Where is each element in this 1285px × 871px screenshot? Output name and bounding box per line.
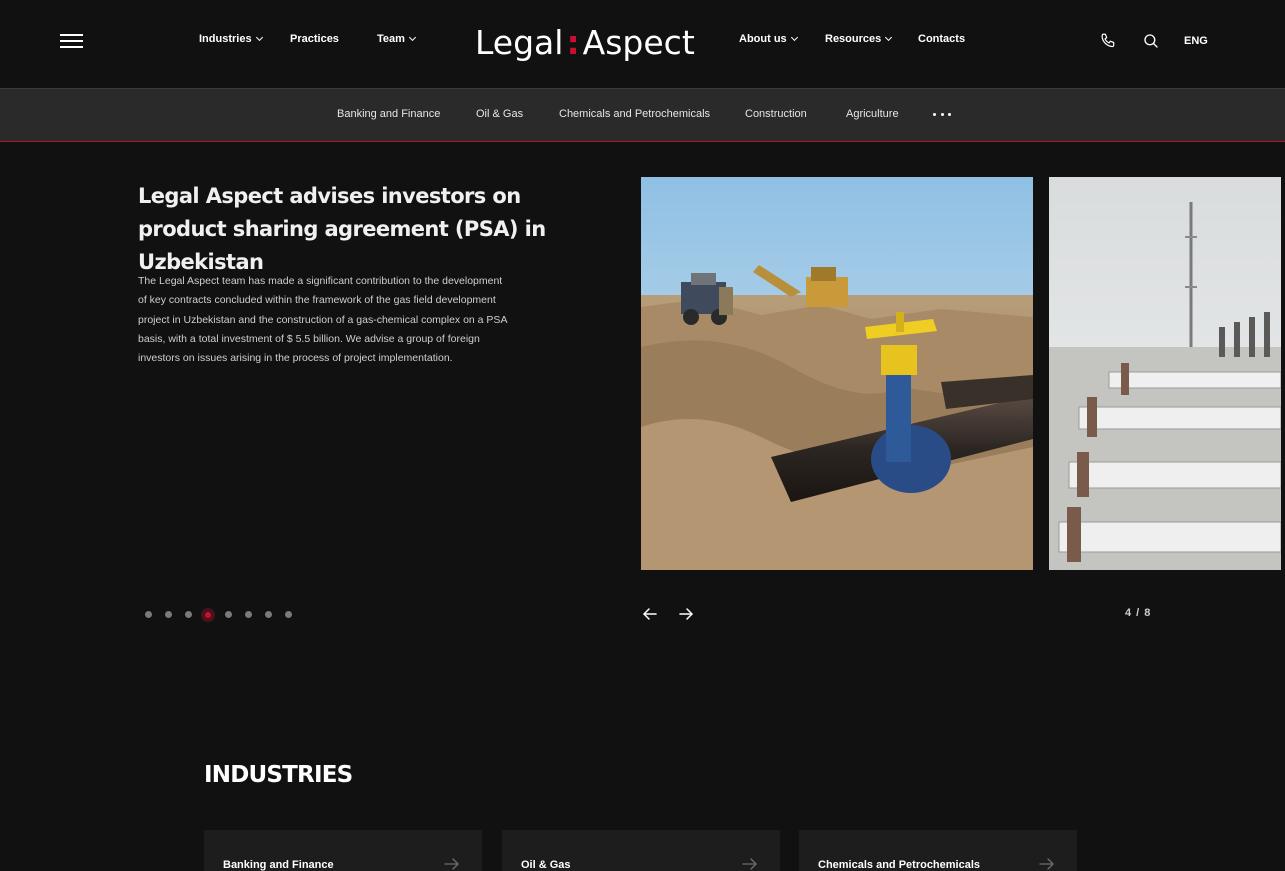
- slider-dot[interactable]: [245, 611, 252, 618]
- phone-icon[interactable]: [1099, 32, 1117, 50]
- arrow-right-icon[interactable]: [677, 605, 695, 623]
- arrow-left-icon[interactable]: [641, 605, 659, 623]
- site-logo[interactable]: Legal: Aspect: [475, 20, 695, 64]
- slider-dot-active[interactable]: [201, 608, 215, 622]
- slider-dot[interactable]: [145, 611, 152, 618]
- industry-card-chemicals[interactable]: Chemicals and Petrochemicals: [799, 830, 1077, 871]
- subnav-item-banking[interactable]: Banking and Finance: [337, 108, 440, 120]
- industries-heading: INDUSTRIES: [204, 762, 353, 788]
- arrow-right-icon: [444, 858, 459, 870]
- chevron-down-icon: [790, 33, 798, 42]
- industry-card-label: Oil & Gas: [521, 859, 571, 871]
- subnav-item-oil-gas[interactable]: Oil & Gas: [476, 108, 523, 120]
- arrow-right-icon: [742, 858, 757, 870]
- arrow-right-icon: [1039, 858, 1054, 870]
- nav-resources-label: Resources: [825, 33, 882, 45]
- industry-card-oil-gas[interactable]: Oil & Gas: [502, 830, 780, 871]
- news-description: The Legal Aspect team has made a signifi…: [138, 275, 507, 365]
- nav-practices-label: Practices: [290, 33, 339, 45]
- chevron-down-icon: [885, 33, 893, 42]
- industry-card-label: Chemicals and Petrochemicals: [818, 859, 981, 871]
- site-header: Industries Practices Team Legal: Aspect A…: [0, 0, 1285, 88]
- nav-about[interactable]: About us: [739, 33, 798, 45]
- slider-dot[interactable]: [185, 611, 192, 618]
- nav-team[interactable]: Team: [377, 33, 416, 45]
- logo-text-left: Legal: [475, 22, 564, 62]
- language-switcher[interactable]: ENG: [1184, 35, 1208, 47]
- subnav-item-agriculture[interactable]: Agriculture: [846, 108, 899, 120]
- subnav-item-construction[interactable]: Construction: [745, 108, 807, 120]
- logo-colon: :: [566, 22, 580, 62]
- chevron-down-icon: [408, 33, 416, 42]
- news-title[interactable]: Legal Aspect advises investors on produc…: [138, 180, 608, 279]
- nav-resources[interactable]: Resources: [825, 33, 893, 45]
- subnav-item-chemicals[interactable]: Chemicals and Petrochemicals: [559, 108, 710, 120]
- nav-contacts[interactable]: Contacts: [918, 33, 965, 45]
- slide-counter: 4 / 8: [1125, 607, 1152, 619]
- nav-industries[interactable]: Industries: [199, 33, 263, 45]
- slider-dot[interactable]: [285, 611, 292, 618]
- nav-practices[interactable]: Practices: [290, 33, 339, 45]
- nav-contacts-label: Contacts: [918, 33, 966, 45]
- nav-industries-label: Industries: [199, 33, 252, 45]
- more-dots-icon[interactable]: [933, 113, 951, 117]
- hamburger-menu-icon[interactable]: [60, 33, 83, 49]
- search-icon[interactable]: [1142, 32, 1160, 50]
- pipeline-construction-photo: [641, 177, 1033, 570]
- gas-facility-photo: [1049, 177, 1281, 570]
- industry-card-banking[interactable]: Banking and Finance: [204, 830, 482, 871]
- industries-subnav: Banking and Finance Oil & Gas Chemicals …: [0, 88, 1285, 142]
- nav-team-label: Team: [377, 33, 405, 45]
- slider-dot[interactable]: [225, 611, 232, 618]
- industry-card-label: Banking and Finance: [223, 859, 334, 871]
- nav-about-label: About us: [739, 33, 787, 45]
- chevron-down-icon: [255, 33, 263, 42]
- slider-pagination: [141, 604, 301, 624]
- slider-dot[interactable]: [265, 611, 272, 618]
- slider-dot[interactable]: [165, 611, 172, 618]
- logo-text-right: Aspect: [582, 22, 695, 62]
